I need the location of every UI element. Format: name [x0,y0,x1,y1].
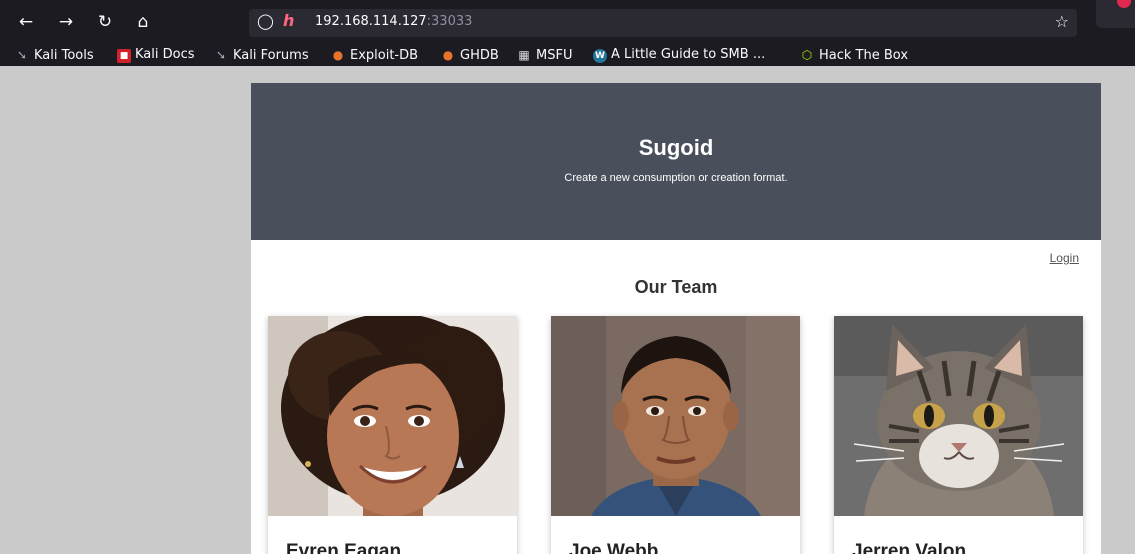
bookmark-label: Kali Tools [34,48,94,63]
bookmark-label: Kali Forums [233,48,309,63]
bookmark-smb-guide[interactable]: W A Little Guide to SMB ... [593,45,765,65]
exploit-db-icon: ● [332,48,344,62]
team-photo-man [551,316,800,516]
browser-toolbar: ← → ↻ ⌂ ◯ ℎ 192.168.114.127:33033 ☆ [0,0,1135,44]
ghdb-icon: ● [442,48,454,62]
bookmark-label: A Little Guide to SMB ... [611,47,766,62]
reload-icon[interactable]: ↻ [93,10,117,34]
bookmark-label: MSFU [536,48,573,63]
url-bar[interactable]: ◯ ℎ 192.168.114.127:33033 ☆ [249,9,1077,37]
bookmark-kali-docs[interactable]: ■ Kali Docs [117,45,195,65]
bookmark-ghdb[interactable]: ● GHDB [440,45,499,65]
hackthebox-icon: ⬡ [801,48,813,62]
team-member-name: Jerren Valon [852,541,967,554]
kali-docs-icon: ■ [117,49,131,63]
team-card: Joe Webb [551,316,800,554]
url-port: :33033 [426,14,473,29]
bookmark-hack-the-box[interactable]: ⬡ Hack The Box [799,45,908,65]
kali-dragon-icon: ➘ [16,48,28,62]
forward-arrow-icon[interactable]: → [54,10,78,34]
insecure-lock-icon[interactable]: ℎ [283,11,294,30]
team-photo-woman [268,316,517,516]
team-card: Jerren Valon [834,316,1083,554]
bookmark-kali-forums[interactable]: ➘ Kali Forums [213,45,309,65]
login-link[interactable]: Login [1050,251,1079,265]
team-photo-cat [834,316,1083,516]
team-card: Evren Eagan [268,316,517,554]
back-arrow-icon[interactable]: ← [14,10,38,34]
kali-dragon-icon: ➘ [215,48,227,62]
page-viewport: Sugoid Create a new consumption or creat… [0,66,1135,554]
bookmark-label: Hack The Box [819,48,909,63]
site-title: Sugoid [638,135,714,160]
url-text[interactable]: 192.168.114.127:33033 [315,14,472,29]
home-icon[interactable]: ⌂ [131,10,155,34]
team-heading: Our Team [634,277,718,297]
site-container: Sugoid Create a new consumption or creat… [251,83,1101,554]
bookmark-kali-tools[interactable]: ➘ Kali Tools [14,45,94,65]
msfu-icon: ▦ [518,48,530,62]
team-member-name: Evren Eagan [286,541,402,554]
wordpress-icon: W [593,49,607,63]
bookmark-label: Exploit-DB [350,48,419,63]
site-tagline: Create a new consumption or creation for… [564,172,788,184]
bookmark-label: Kali Docs [135,47,195,62]
bookmark-msfu[interactable]: ▦ MSFU [516,45,572,65]
bookmarks-bar: ➘ Kali Tools ■ Kali Docs ➘ Kali Forums ● Exp… [0,44,1135,66]
hero-banner: Sugoid Create a new consumption or creat… [251,83,1101,240]
extension-badge-icon [1117,0,1131,8]
extension-button[interactable] [1096,0,1135,28]
tracking-shield-icon[interactable]: ◯ [257,12,274,30]
bookmark-label: GHDB [460,48,499,63]
team-member-name: Joe Webb [569,541,659,554]
url-host: 192.168.114.127 [315,14,427,29]
bookmark-star-icon[interactable]: ☆ [1055,12,1069,31]
bookmark-exploit-db[interactable]: ● Exploit-DB [330,45,418,65]
